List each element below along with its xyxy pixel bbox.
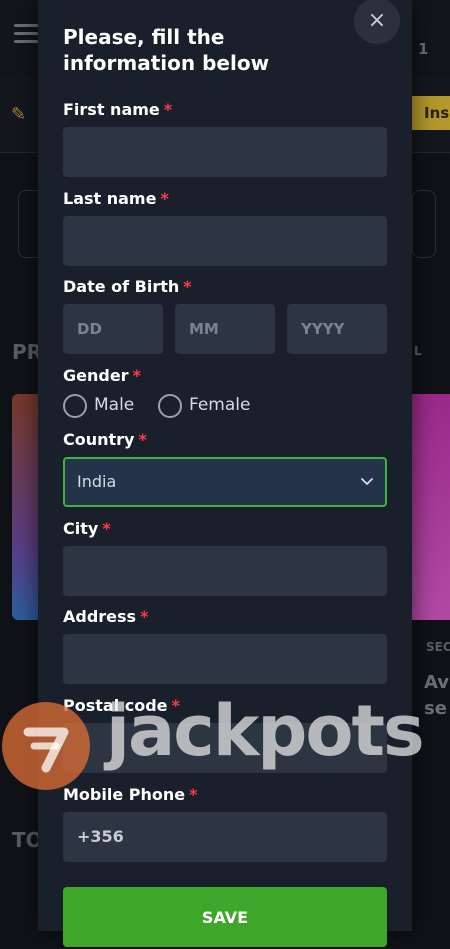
seven-logo-icon [23, 727, 69, 773]
gender-female-label[interactable]: Female [189, 395, 250, 415]
city-label: City * [63, 519, 111, 538]
dob-day-input[interactable]: DD [63, 304, 163, 354]
section-link: L [414, 344, 422, 358]
first-name-input[interactable] [63, 127, 387, 177]
last-name-input[interactable] [63, 216, 387, 266]
account-indicator[interactable]: 1 [418, 40, 428, 58]
mobile-phone-input[interactable]: +356 [63, 812, 387, 862]
section-heading: SEC [426, 640, 450, 654]
city-input[interactable] [63, 546, 387, 596]
hamburger-menu-icon[interactable] [14, 24, 38, 44]
chevron-down-icon [361, 478, 373, 485]
first-name-label: First name * [63, 100, 173, 119]
dob-year-input[interactable]: YYYY [287, 304, 387, 354]
last-name-label: Last name * [63, 189, 169, 208]
gender-male-radio[interactable] [63, 394, 87, 418]
gender-male-label[interactable]: Male [94, 395, 134, 415]
promo-banner [412, 394, 450, 620]
watermark-logo-icon [2, 702, 90, 790]
dob-label: Date of Birth * [63, 277, 192, 296]
dob-month-input[interactable]: MM [175, 304, 275, 354]
modal-title: Please, fill the information below [63, 25, 270, 75]
background-card [412, 190, 436, 258]
pencil-icon[interactable]: ✎ [11, 104, 26, 125]
watermark-text: jackpots [106, 690, 425, 772]
country-label: Country * [63, 430, 147, 449]
country-select[interactable]: India [63, 457, 387, 507]
promo-text: Av se [424, 672, 450, 719]
gender-female-radio[interactable] [158, 394, 182, 418]
address-input[interactable] [63, 634, 387, 684]
install-button[interactable]: Ins [408, 96, 450, 130]
country-select-value: India [77, 472, 117, 491]
close-icon: × [367, 8, 387, 33]
gender-label: Gender * [63, 366, 141, 385]
save-button[interactable]: SAVE [63, 887, 387, 947]
promo-banner [12, 394, 40, 620]
address-label: Address * [63, 607, 149, 626]
